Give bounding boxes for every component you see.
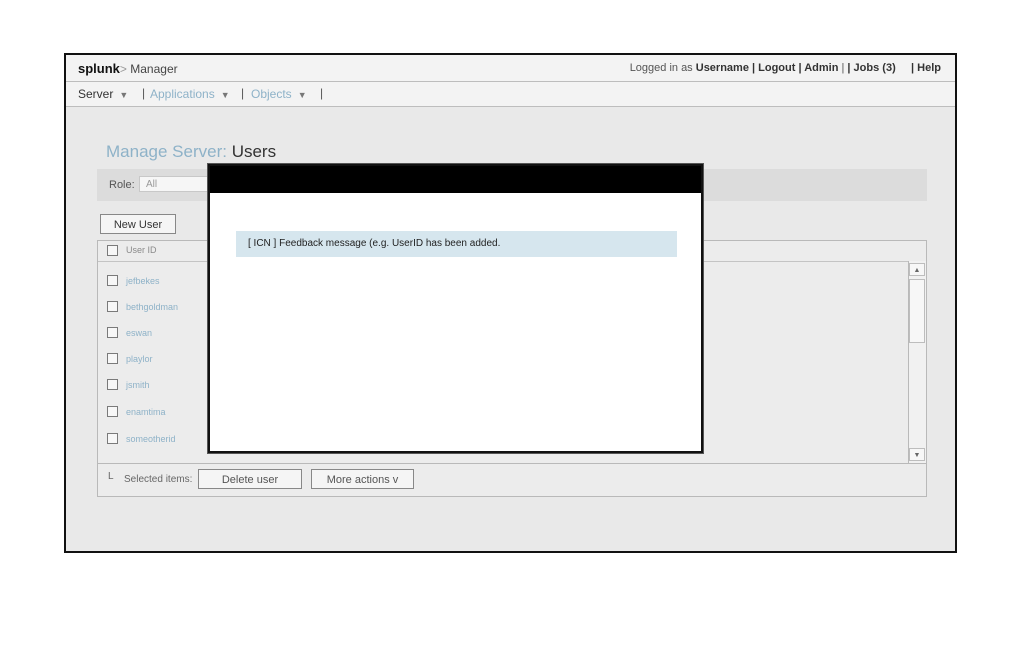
brand-separator: >: [119, 62, 127, 76]
page-title-prefix: Manage Server:: [106, 142, 227, 161]
admin-link[interactable]: | Admin: [798, 62, 838, 74]
feedback-message: [ ICN ] Feedback message (e.g. UserID ha…: [236, 231, 677, 257]
help-link[interactable]: | Help: [911, 62, 941, 74]
nav-applications[interactable]: Applications ▼: [150, 87, 230, 101]
new-user-button[interactable]: New User: [100, 214, 176, 234]
row-checkbox[interactable]: [107, 379, 118, 390]
username: Username: [695, 62, 749, 74]
user-id-link[interactable]: playlor: [126, 354, 153, 364]
role-label: Role:: [109, 179, 135, 191]
scroll-up-icon[interactable]: ▲: [909, 263, 925, 276]
page-title: Manage Server: Users: [106, 142, 276, 162]
user-id-link[interactable]: someotherid: [126, 434, 176, 444]
table-footer: L Selected items: Delete user More actio…: [98, 463, 926, 496]
nav-objects-label: Objects: [251, 87, 292, 101]
scroll-thumb[interactable]: [909, 279, 925, 343]
delete-user-button[interactable]: Delete user: [198, 469, 302, 489]
jobs-link[interactable]: | Jobs (3): [847, 62, 895, 74]
splunk-logo[interactable]: splunk: [78, 61, 120, 76]
user-id-link[interactable]: bethgoldman: [126, 302, 178, 312]
row-checkbox[interactable]: [107, 406, 118, 417]
nav-divider: |: [241, 86, 245, 100]
nav-server-label: Server: [78, 87, 114, 101]
manager-label[interactable]: Manager: [130, 62, 177, 76]
divider: |: [841, 62, 845, 74]
row-checkbox[interactable]: [107, 275, 118, 286]
chevron-down-icon: ▼: [119, 90, 129, 100]
nav-applications-label: Applications: [150, 87, 215, 101]
nav-bar: Server ▼ | Applications ▼ | Objects ▼ |: [66, 82, 955, 107]
select-all-checkbox[interactable]: [107, 245, 118, 256]
user-id-link[interactable]: eswan: [126, 328, 152, 338]
nav-server[interactable]: Server ▼: [78, 87, 128, 101]
nav-objects[interactable]: Objects ▼: [251, 87, 307, 101]
row-checkbox[interactable]: [107, 301, 118, 312]
logout-link[interactable]: | Logout: [752, 62, 795, 74]
user-id-link[interactable]: enamtima: [126, 407, 166, 417]
top-bar: splunk> Manager Logged in as Username | …: [66, 55, 955, 82]
feedback-modal: [ ICN ] Feedback message (e.g. UserID ha…: [208, 164, 703, 453]
more-actions-button[interactable]: More actions v: [311, 469, 414, 489]
row-checkbox[interactable]: [107, 433, 118, 444]
user-id-link[interactable]: jsmith: [126, 380, 150, 390]
selected-items-label: Selected items:: [124, 474, 193, 485]
row-checkbox[interactable]: [107, 327, 118, 338]
user-bar: Logged in as Username | Logout | Admin |…: [630, 62, 941, 74]
column-header-user-id[interactable]: User ID: [126, 245, 157, 255]
nav-divider: |: [320, 86, 324, 100]
chevron-down-icon: ▼: [220, 90, 230, 100]
vertical-scrollbar[interactable]: ▲ ▼: [908, 261, 926, 463]
user-id-link[interactable]: jefbekes: [126, 276, 160, 286]
role-select[interactable]: All: [139, 176, 219, 192]
chevron-down-icon: ▼: [297, 90, 307, 100]
brand: splunk> Manager: [78, 61, 178, 76]
page-title-main: Users: [231, 142, 277, 161]
row-checkbox[interactable]: [107, 353, 118, 364]
corner-arrow-icon: L: [108, 471, 114, 482]
logged-in-label: Logged in as: [629, 62, 693, 74]
scroll-down-icon[interactable]: ▼: [909, 448, 925, 461]
nav-divider: |: [142, 86, 146, 100]
modal-header: [210, 166, 701, 193]
